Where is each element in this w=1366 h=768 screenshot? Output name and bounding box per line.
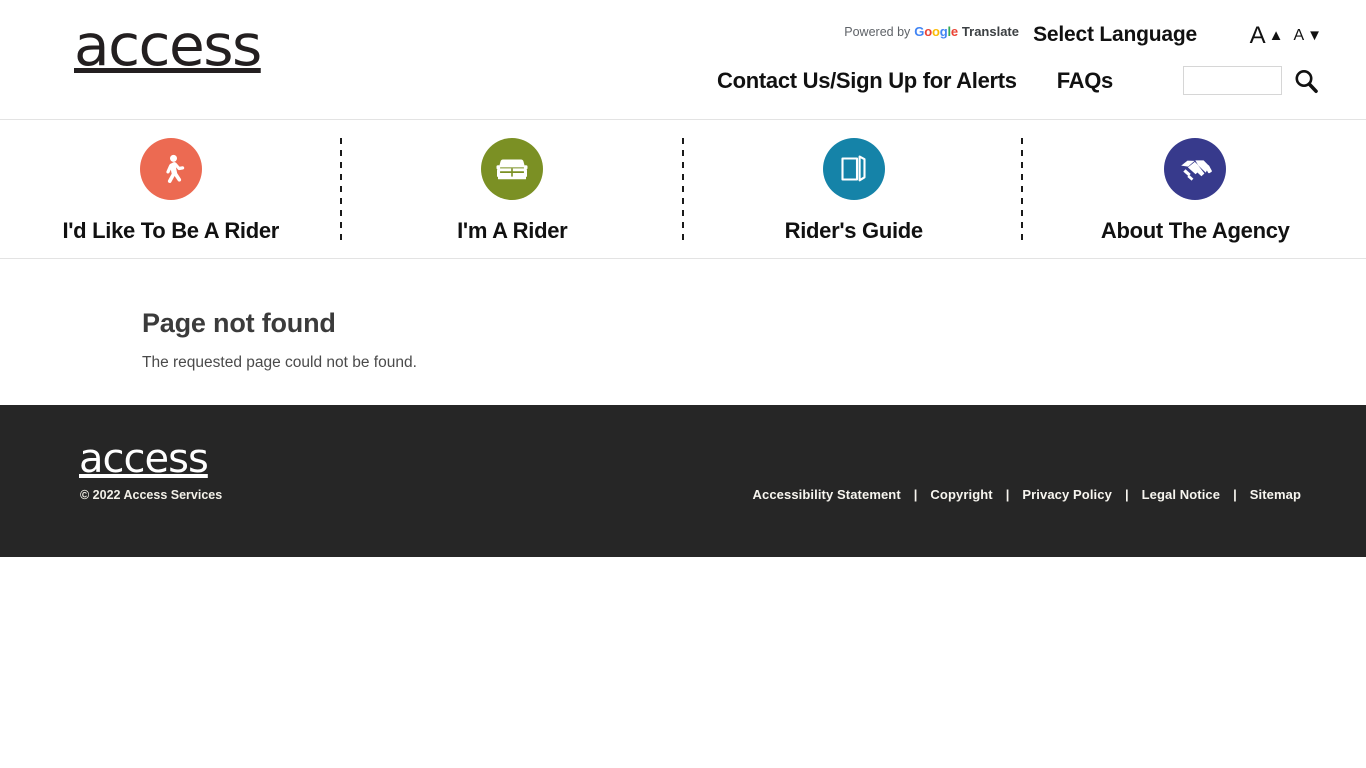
google-logo-icon: Google [914, 24, 958, 39]
site-header: access Powered by Google Translate Selec… [0, 0, 1366, 120]
book-icon [822, 138, 885, 200]
nav-divider [340, 138, 342, 244]
footer-link-legal-notice[interactable]: Legal Notice [1142, 487, 1221, 502]
page-background [0, 557, 1366, 767]
nav-divider [1021, 138, 1023, 244]
category-nav: I'd Like To Be A Rider I'm A Rider Rider… [0, 120, 1366, 259]
google-translate-attribution: Powered by Google Translate [844, 24, 1019, 39]
decrease-text-size-button[interactable]: A [1293, 24, 1304, 48]
category-rider-signup[interactable]: I'd Like To Be A Rider [0, 120, 342, 259]
search-icon [1295, 69, 1318, 93]
category-label: About The Agency [1100, 218, 1290, 243]
footer-separator: | [913, 487, 918, 502]
handshake-icon [1164, 138, 1227, 200]
category-label: I'm A Rider [457, 218, 568, 243]
footer-link-privacy-policy[interactable]: Privacy Policy [1022, 487, 1112, 502]
search-button[interactable] [1292, 67, 1320, 95]
select-language-button[interactable]: Select Language [1033, 23, 1197, 47]
search-input[interactable] [1183, 66, 1282, 95]
triangle-down-icon[interactable]: ▼ [1307, 24, 1322, 48]
footer-logo[interactable]: access [79, 439, 209, 479]
site-footer: access © 2022 Access Services Accessibil… [0, 405, 1366, 557]
site-logo[interactable]: access [74, 18, 262, 75]
header-nav: Contact Us/Sign Up for Alerts FAQs [717, 66, 1320, 95]
footer-link-accessibility-statement[interactable]: Accessibility Statement [753, 487, 901, 502]
category-label: I'd Like To Be A Rider [62, 218, 280, 243]
footer-link-sitemap[interactable]: Sitemap [1250, 487, 1301, 502]
category-label: Rider's Guide [784, 218, 924, 243]
footer-link-copyright[interactable]: Copyright [930, 487, 992, 502]
vehicle-icon [481, 138, 544, 200]
nav-divider [682, 138, 684, 244]
page-message: The requested page could not be found. [142, 354, 417, 371]
footer-links: Accessibility Statement | Copyright | Pr… [753, 487, 1301, 502]
triangle-up-icon[interactable]: ▲ [1269, 24, 1284, 48]
footer-separator: | [1005, 487, 1010, 502]
footer-separator: | [1233, 487, 1237, 502]
footer-separator: | [1124, 487, 1129, 502]
nav-faqs[interactable]: FAQs [1057, 68, 1114, 94]
category-riders-guide[interactable]: Rider's Guide [683, 120, 1025, 259]
text-size-controls: A ▲ A ▼ [1250, 24, 1322, 48]
copyright-text: © 2022 Access Services [80, 488, 223, 502]
main-content: Page not found The requested page could … [0, 259, 1366, 405]
powered-by-label: Powered by [844, 24, 911, 39]
category-im-a-rider[interactable]: I'm A Rider [342, 120, 684, 259]
page-title: Page not found [142, 308, 336, 338]
nav-contact-us[interactable]: Contact Us/Sign Up for Alerts [717, 68, 1017, 94]
pedestrian-icon [139, 138, 202, 200]
translate-label: Translate [961, 24, 1019, 39]
category-about-agency[interactable]: About The Agency [1025, 120, 1366, 259]
increase-text-size-button[interactable]: A [1250, 24, 1266, 48]
